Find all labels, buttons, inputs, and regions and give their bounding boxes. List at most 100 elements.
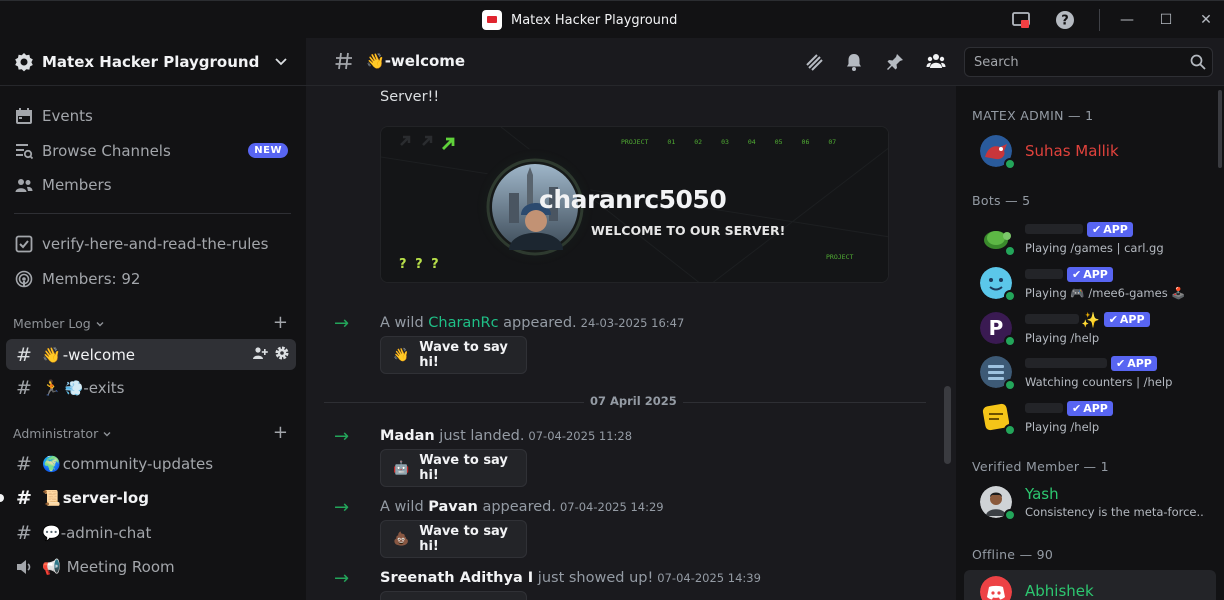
sticker-icon: 💩 <box>393 531 410 547</box>
app-badge-label: APP <box>1083 402 1108 415</box>
app-badge-label: APP <box>1127 357 1152 370</box>
channel-exits[interactable]: # 🏃 💨-exits <box>6 373 296 403</box>
channel-verify-rules[interactable]: verify-here-and-read-the-rules <box>6 229 296 259</box>
date-divider: 07 April 2025 <box>324 394 926 408</box>
invite-members-icon[interactable] <box>252 345 268 361</box>
member-custom-status: Consistency is the meta-force... <box>1025 505 1205 519</box>
member-list-scrollbar[interactable] <box>1218 90 1222 168</box>
channel-admin-chat[interactable]: # 💬 -admin-chat <box>6 518 296 548</box>
message-text: Server!! <box>380 89 440 105</box>
robot-sticker-icon: 🤖 <box>393 460 410 476</box>
channel-admin-chat-emoji: 💬 <box>42 524 61 542</box>
app-badge-label: APP <box>1119 313 1145 326</box>
discord-default-avatar <box>980 576 1012 600</box>
threads-icon[interactable] <box>804 52 824 72</box>
member-item[interactable]: Abhishek <box>964 570 1216 600</box>
nav-events[interactable]: Events <box>6 101 296 131</box>
channel-title-name: -welcome <box>384 52 466 70</box>
close-button[interactable]: ✕ <box>1194 9 1218 31</box>
system-username[interactable]: Pavan <box>428 499 478 515</box>
window-title: Matex Hacker Playground <box>511 12 678 28</box>
gear-icon[interactable] <box>274 345 290 361</box>
channel-meeting-room[interactable]: 📢 Meeting Room <box>6 552 296 582</box>
channel-title-emoji: 👋 <box>366 52 385 70</box>
message-list: Server!! charanrc5050 WELCOME TO OUR SER… <box>306 86 956 600</box>
wave-button[interactable]: 🤖 Wave to say hi! <box>380 449 527 487</box>
channel-welcome-label: -welcome <box>62 345 136 364</box>
bot-member-item[interactable]: ✔ APP Playing /games | carl.gg <box>964 216 1216 260</box>
bot-activity: Watching counters | /help <box>1025 375 1173 389</box>
checkbox-icon <box>14 234 34 254</box>
nav-events-label: Events <box>42 107 93 125</box>
nav-members[interactable]: Members <box>6 170 296 200</box>
channel-meeting-room-label: Meeting Room <box>66 558 175 576</box>
hashtag-icon: # <box>16 377 32 399</box>
member-name: Abhishek <box>1025 582 1094 600</box>
message-scrollbar[interactable] <box>944 386 951 464</box>
channel-verify-rules-label: verify-here-and-read-the-rules <box>42 235 269 253</box>
pin-icon[interactable] <box>885 52 905 72</box>
member-item[interactable]: Suhas Mallik <box>964 129 1216 173</box>
app-badge: ✔ APP <box>1087 222 1133 237</box>
chevron-down-icon <box>103 431 111 436</box>
bot-member-item[interactable]: ✔ APP Playing 🎮 /mee6-games 🕹️ <box>964 261 1216 305</box>
timestamp: 24-03-2025 16:47 <box>580 316 685 330</box>
add-channel-plus-icon[interactable]: + <box>273 312 288 333</box>
member-item[interactable]: Yash Consistency is the meta-force... <box>964 480 1216 524</box>
app-badge-label: APP <box>1083 268 1108 281</box>
bot-name: ✔ APP <box>1025 400 1113 418</box>
hashtag-icon <box>335 52 352 70</box>
wave-button-label: Wave to say hi! <box>419 340 508 370</box>
bot-name: ✨ ✔ APP <box>1025 311 1150 329</box>
bot-name: ✔ APP <box>1025 266 1113 284</box>
wave-button[interactable]: 💩 Wave to say hi! <box>380 520 527 558</box>
members-icon <box>14 175 34 195</box>
join-arrow-icon: → <box>334 426 350 447</box>
hashtag-icon: # <box>16 522 32 544</box>
search-input[interactable] <box>965 48 1165 76</box>
speaker-icon <box>14 557 34 577</box>
channel-server-log[interactable]: # 📜 server-log <box>6 483 296 513</box>
system-suffix: just showed up! <box>533 570 654 586</box>
system-message-text: Madan just landed. 07-04-2025 11:28 <box>380 428 632 444</box>
inbox-monitor-icon[interactable] <box>1011 10 1031 30</box>
category-administrator[interactable]: Administrator <box>13 426 112 441</box>
system-username[interactable]: CharanRc <box>428 315 498 331</box>
channel-admin-chat-label: -admin-chat <box>60 524 152 542</box>
category-member-log[interactable]: Member Log <box>13 316 105 331</box>
help-icon[interactable]: ? <box>1055 10 1075 30</box>
channel-welcome[interactable]: # 👋 -welcome <box>6 339 296 370</box>
system-username[interactable]: Sreenath Adithya I <box>380 570 533 586</box>
channel-members-count-label: Members: 92 <box>42 270 141 288</box>
announcement-hashtag-icon: # <box>16 453 32 475</box>
app-logo-icon <box>482 10 502 30</box>
wave-button[interactable] <box>380 591 527 600</box>
bell-icon[interactable] <box>844 52 864 72</box>
member-name: Yash <box>1025 485 1059 503</box>
channel-members-count[interactable]: Members: 92 <box>6 264 296 294</box>
maximize-button[interactable]: ☐ <box>1154 9 1178 31</box>
chevron-down-icon[interactable] <box>274 54 288 68</box>
system-suffix: just landed. <box>434 428 525 444</box>
channel-welcome-emoji: 👋 <box>42 345 61 364</box>
wave-button[interactable]: 👋 Wave to say hi! <box>380 336 527 374</box>
status-online-icon <box>1004 158 1016 170</box>
channel-community-updates[interactable]: # 🌍 community-updates <box>6 449 296 479</box>
bot-member-item[interactable]: P ✨ ✔ APP Playing /help <box>964 306 1216 350</box>
server-header[interactable]: Matex Hacker Playground <box>0 38 306 86</box>
nav-browse-channels-label: Browse Channels <box>42 142 171 160</box>
member-list-icon[interactable] <box>926 52 946 72</box>
nav-browse-channels[interactable]: Browse Channels NEW <box>6 136 296 166</box>
add-channel-plus-icon[interactable]: + <box>273 422 288 443</box>
status-online-icon <box>1004 424 1016 436</box>
server-verified-icon <box>15 52 33 71</box>
bot-member-item[interactable]: ✔ APP Playing /help <box>964 395 1216 439</box>
welcome-banner-image[interactable]: charanrc5050 WELCOME TO OUR SERVER! PROJ… <box>380 126 889 283</box>
system-username[interactable]: Madan <box>380 428 435 444</box>
unread-indicator <box>0 494 4 502</box>
bot-member-item[interactable]: ✔ APP Watching counters | /help <box>964 350 1216 394</box>
status-online-icon <box>1004 379 1016 391</box>
search-box[interactable] <box>964 47 1213 77</box>
minimize-button[interactable]: — <box>1115 9 1139 31</box>
app-badge-label: APP <box>1103 223 1128 236</box>
